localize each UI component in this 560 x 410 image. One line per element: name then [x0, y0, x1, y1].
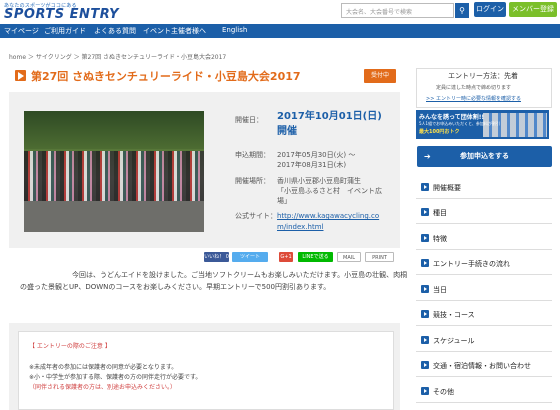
arrow-right-icon: [421, 183, 429, 191]
search-icon: ⚲: [459, 6, 465, 15]
apply-button[interactable]: 参加申込をする: [417, 146, 552, 167]
main-nav: マイページ ご利用ガイド よくある質問 イベント主催者様へ English: [0, 24, 560, 38]
nav-organizer[interactable]: イベント主催者様へ: [143, 26, 206, 36]
arrow-right-icon: [421, 387, 429, 395]
arrow-right-icon: [421, 208, 429, 216]
place-line-2: 「小豆島ふるさと村 イベント広: [277, 187, 382, 195]
event-photo: [24, 111, 204, 232]
search-button[interactable]: ⚲: [455, 3, 469, 18]
sidebar-item-features[interactable]: 特徴: [416, 228, 552, 250]
entry-info-link[interactable]: >> エントリー時に必要な情報を確認する: [426, 95, 521, 102]
arrow-right-icon: [421, 259, 429, 267]
member-register-button[interactable]: メンバー登録: [509, 2, 557, 17]
nav-mypage[interactable]: マイページ: [4, 26, 39, 36]
sidebar-item-overview[interactable]: 開催概要: [416, 177, 552, 199]
nav-english[interactable]: English: [222, 26, 247, 34]
sidebar-item-other[interactable]: その他: [416, 381, 552, 403]
period-start: 2017年05月30日(火) ～: [277, 151, 356, 159]
sidebar-item-access[interactable]: 交通・宿泊情報・お問い合わせ: [416, 355, 552, 377]
event-date: 2017年10月01日(日)開催: [277, 111, 382, 137]
place-line-1: 香川県小豆郡小豆島町蒲生: [277, 177, 361, 185]
sidebar-item-race-day[interactable]: 当日: [416, 279, 552, 301]
arrow-circle-icon: ➔: [424, 152, 431, 161]
status-badge: 受付中: [364, 69, 396, 83]
gplus-button[interactable]: G+1: [279, 252, 293, 262]
sidebar-item-entry-flow[interactable]: エントリー手続きの流れ: [416, 253, 552, 275]
place-label: 開催場所：: [235, 177, 270, 185]
notice-line-3: （同伴される保護者の方は、別途お申込みください。）: [29, 384, 177, 391]
breadcrumb[interactable]: home ＞ サイクリング ＞ 第27回 さぬきセンチュリーライド・小豆島大会2…: [9, 52, 226, 61]
sidebar-item-course[interactable]: 競技・コース: [416, 304, 552, 326]
sidebar-item-categories[interactable]: 種目: [416, 202, 552, 224]
site-url-line-2: m/index.html: [277, 223, 324, 231]
notice-line-1: ※未成年者の参加には保護者の同意が必要となります。: [29, 364, 178, 371]
place-line-3: 場」: [277, 197, 291, 205]
nav-faq[interactable]: よくある質問: [94, 26, 136, 36]
mail-button[interactable]: MAIL: [337, 252, 361, 262]
search-input[interactable]: 大会名、大会番号で検索: [341, 3, 454, 18]
banner-subtitle: 5人1組でお申込みいただくと、参加料が割引: [419, 121, 500, 126]
banner-price: 最大100円おトク: [419, 129, 460, 135]
description-line-1: 今回は、うどんエイドを設けました。ご当地ソフトクリームもお楽しみいただけます。小…: [72, 271, 408, 279]
arrow-right-icon: [421, 234, 429, 242]
entry-method-title: エントリー方法：先着: [448, 72, 518, 80]
title-arrow-icon: [15, 70, 26, 81]
site-url-line-1: http://www.kagawacycling.co: [277, 212, 380, 220]
facebook-like-button[interactable]: いいね！ 0: [204, 252, 229, 262]
notice-title: 【 エントリーの際のご注意 】: [29, 343, 111, 350]
login-button[interactable]: ログイン: [474, 2, 506, 17]
entry-method-note: 定員に達した時点で締め切ります: [436, 85, 512, 91]
page-title: 第27回 さぬきセンチュリーライド・小豆島大会2017: [31, 70, 301, 83]
tweet-button[interactable]: ツイート: [232, 252, 268, 262]
arrow-right-icon: [421, 310, 429, 318]
nav-guide[interactable]: ご利用ガイド: [44, 26, 86, 36]
arrow-right-icon: [421, 336, 429, 344]
sidebar-item-schedule[interactable]: スケジュール: [416, 330, 552, 352]
banner-title: みんなを誘って団体割!!: [419, 114, 485, 121]
date-label: 開催日：: [235, 116, 263, 124]
site-logo[interactable]: SPORTS ENTRY: [4, 7, 119, 22]
arrow-right-icon: [421, 285, 429, 293]
site-label: 公式サイト：: [235, 212, 277, 220]
official-site-link[interactable]: http://www.kagawacycling.co m/index.html: [277, 211, 395, 233]
notice-line-2: ※小・中学生が参加する際、保護者の方の同伴走行が必要です。: [29, 374, 202, 381]
line-share-button[interactable]: LINEで送る: [298, 252, 333, 262]
period-label: 申込期間：: [235, 151, 270, 159]
period-end: 2017年08月31日(木): [277, 161, 347, 169]
print-button[interactable]: PRINT: [365, 252, 394, 262]
arrow-right-icon: [421, 361, 429, 369]
description-line-2: の盛った景観とUP、DOWNのコースをお楽しみください。早期エントリーで500円…: [20, 283, 331, 291]
